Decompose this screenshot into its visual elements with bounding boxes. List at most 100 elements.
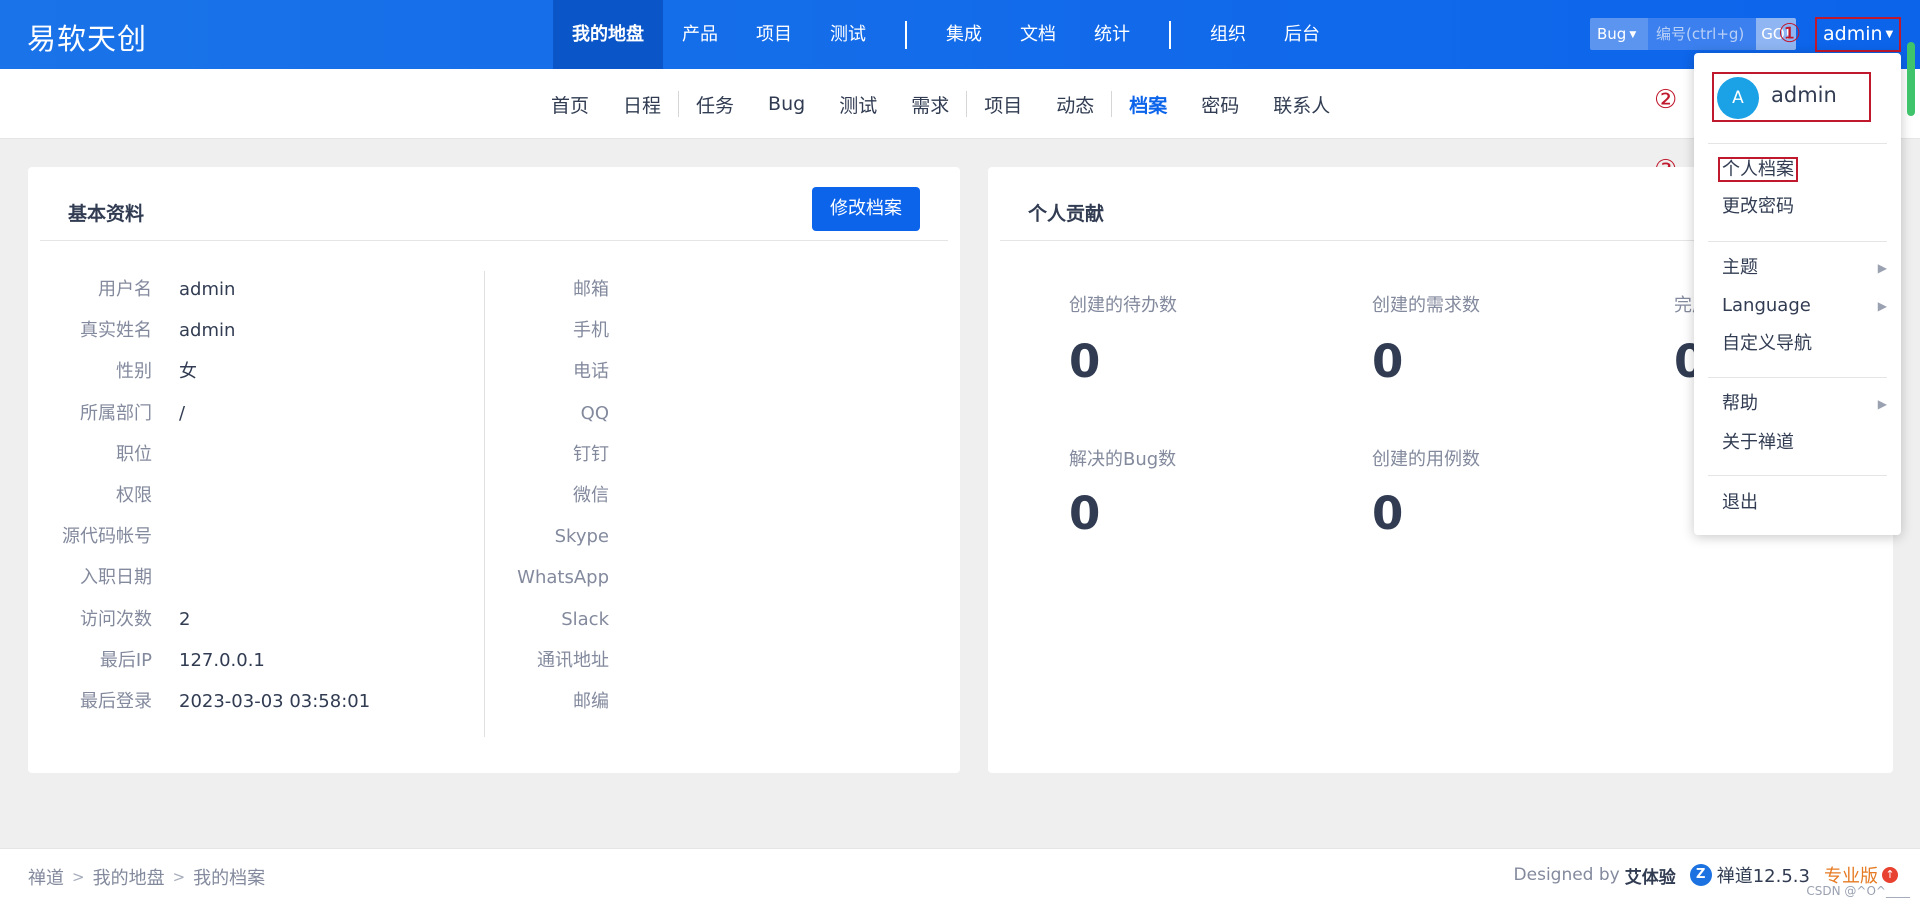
upgrade-icon[interactable]: ↑ <box>1882 867 1898 883</box>
user-menu-label: admin <box>1823 23 1883 45</box>
menu-item-label: 帮助 <box>1722 393 1758 414</box>
chevron-right-icon: ▶ <box>1877 261 1887 275</box>
version-link[interactable]: 禅道12.5.3 <box>1717 862 1810 888</box>
stat-label: 创建的需求数 <box>1372 295 1480 316</box>
subnav-dynamic[interactable]: 动态 <box>1039 91 1111 118</box>
menu-divider <box>1708 475 1887 476</box>
field-value: 127.0.0.1 <box>179 650 265 671</box>
search-type-select[interactable]: Bug ▼ <box>1590 18 1648 50</box>
user-menu-button[interactable]: admin ▼ <box>1815 17 1901 52</box>
nav-product[interactable]: 产品 <box>663 0 737 69</box>
subnav-bug[interactable]: Bug <box>751 93 822 115</box>
nav-admin[interactable]: 后台 <box>1265 0 1339 69</box>
breadcrumb-item[interactable]: 我的档案 <box>193 864 265 890</box>
brand-logo[interactable]: 易软天创 <box>27 16 147 58</box>
subnav-profile[interactable]: 档案 <box>1112 91 1184 118</box>
search-box: Bug▼ GO! <box>1590 18 1796 50</box>
nav-integration[interactable]: 集成 <box>927 0 1001 69</box>
annotation-marker-1: ① <box>1778 19 1802 49</box>
field-label: 通讯地址 <box>537 650 609 671</box>
chevron-right-icon: > <box>172 868 186 886</box>
menu-item-theme[interactable]: 主题 ▶ <box>1722 255 1887 281</box>
field-label: 源代码帐号 <box>62 526 152 547</box>
user-dropdown-menu: A admin 个人档案 更改密码 主题 ▶ Language ▶ 自定义导航 帮助… <box>1694 53 1901 535</box>
subnav-test[interactable]: 测试 <box>822 91 894 118</box>
search-input[interactable] <box>1648 18 1756 50</box>
breadcrumb-item[interactable]: 我的地盘 <box>93 864 165 890</box>
breadcrumb-item[interactable]: 禅道 <box>28 864 64 890</box>
nav-divider <box>1169 20 1171 49</box>
search-type-label: Bug <box>1597 25 1627 43</box>
field-label: 入职日期 <box>80 567 152 588</box>
stat-label: 创建的待办数 <box>1069 295 1177 316</box>
field-label: Slack <box>561 609 609 630</box>
subnav-home[interactable]: 首页 <box>534 91 606 118</box>
breadcrumb: 禅道 > 我的地盘 > 我的档案 <box>28 864 265 890</box>
card-divider <box>40 240 948 241</box>
subnav-project[interactable]: 项目 <box>967 91 1039 118</box>
field-label: WhatsApp <box>517 567 609 588</box>
stat-value: 0 <box>1372 335 1404 388</box>
menu-divider <box>1708 241 1887 242</box>
menu-item-label: 主题 <box>1722 257 1758 278</box>
nav-stats[interactable]: 统计 <box>1075 0 1149 69</box>
field-value: 女 <box>179 361 197 382</box>
menu-item-profile[interactable]: 个人档案 <box>1718 157 1887 183</box>
field-label: 用户名 <box>98 279 152 300</box>
chevron-right-icon: ▶ <box>1877 299 1887 313</box>
watermark-text: CSDN @^O^____ <box>1806 884 1910 898</box>
field-label: 手机 <box>573 320 609 341</box>
profile-card-title: 基本资料 <box>68 203 145 225</box>
main-nav: 我的地盘 产品 项目 测试 集成 文档 统计 组织 后台 <box>553 0 1339 69</box>
stat-label: 创建的用例数 <box>1372 449 1480 470</box>
field-label: 电话 <box>573 361 609 382</box>
subnav-story[interactable]: 需求 <box>894 91 966 118</box>
menu-item-language[interactable]: Language ▶ <box>1722 293 1887 319</box>
field-label: 钉钉 <box>573 444 609 465</box>
menu-item-custom-nav[interactable]: 自定义导航 <box>1722 331 1887 357</box>
menu-item-about[interactable]: 关于禅道 <box>1722 430 1887 456</box>
field-label: 微信 <box>573 485 609 506</box>
designer-name[interactable]: 艾体验 <box>1625 863 1676 888</box>
field-label: QQ <box>580 403 609 424</box>
field-label: 最后登录 <box>80 691 152 712</box>
field-label: 访问次数 <box>80 609 152 630</box>
subnav-contacts[interactable]: 联系人 <box>1256 91 1347 118</box>
field-label: Skype <box>554 526 609 547</box>
menu-item-help[interactable]: 帮助 ▶ <box>1722 391 1887 417</box>
field-label: 真实姓名 <box>80 320 152 341</box>
designed-by-text: Designed by <box>1513 865 1620 885</box>
annotation-marker-2: ② <box>1654 85 1678 115</box>
stat-label: 解决的Bug数 <box>1069 449 1177 470</box>
sub-nav: 首页 日程 任务 Bug 测试 需求 项目 动态 档案 密码 联系人 <box>0 69 1920 139</box>
nav-my[interactable]: 我的地盘 <box>553 0 663 69</box>
nav-project[interactable]: 项目 <box>737 0 811 69</box>
scrollbar-thumb[interactable] <box>1907 42 1915 116</box>
field-label: 所属部门 <box>80 403 152 424</box>
chevron-right-icon: > <box>72 868 85 886</box>
field-value: / <box>179 403 186 424</box>
nav-docs[interactable]: 文档 <box>1001 0 1075 69</box>
column-divider <box>484 271 485 737</box>
profile-card: 基本资料 修改档案 用户名 admin 真实姓名 admin 性别 女所属部门 / 职位 权限源… <box>28 167 960 773</box>
subnav-password[interactable]: 密码 <box>1184 91 1256 118</box>
contribution-card-title: 个人贡献 <box>1028 203 1105 225</box>
nav-org[interactable]: 组织 <box>1191 0 1265 69</box>
nav-test[interactable]: 测试 <box>811 0 885 69</box>
menu-item-label: Language <box>1722 295 1811 316</box>
zentao-logo-icon: Z <box>1689 864 1712 886</box>
field-label: 最后IP <box>99 650 152 671</box>
caret-down-icon: ▼ <box>1885 29 1894 40</box>
dropdown-user-header[interactable]: A admin <box>1712 72 1871 122</box>
menu-item-label: 个人档案 <box>1718 157 1798 182</box>
edit-profile-button[interactable]: 修改档案 <box>812 187 920 231</box>
field-value: 2023-03-03 03:58:01 <box>179 691 371 712</box>
field-label: 权限 <box>116 485 152 506</box>
subnav-calendar[interactable]: 日程 <box>606 91 678 118</box>
field-label: 性别 <box>116 361 152 382</box>
caret-down-icon: ▼ <box>1629 30 1637 40</box>
subnav-task[interactable]: 任务 <box>679 91 751 118</box>
menu-item-change-password[interactable]: 更改密码 <box>1722 194 1887 220</box>
stat-value: 0 <box>1069 487 1101 540</box>
menu-item-logout[interactable]: 退出 <box>1722 490 1887 516</box>
